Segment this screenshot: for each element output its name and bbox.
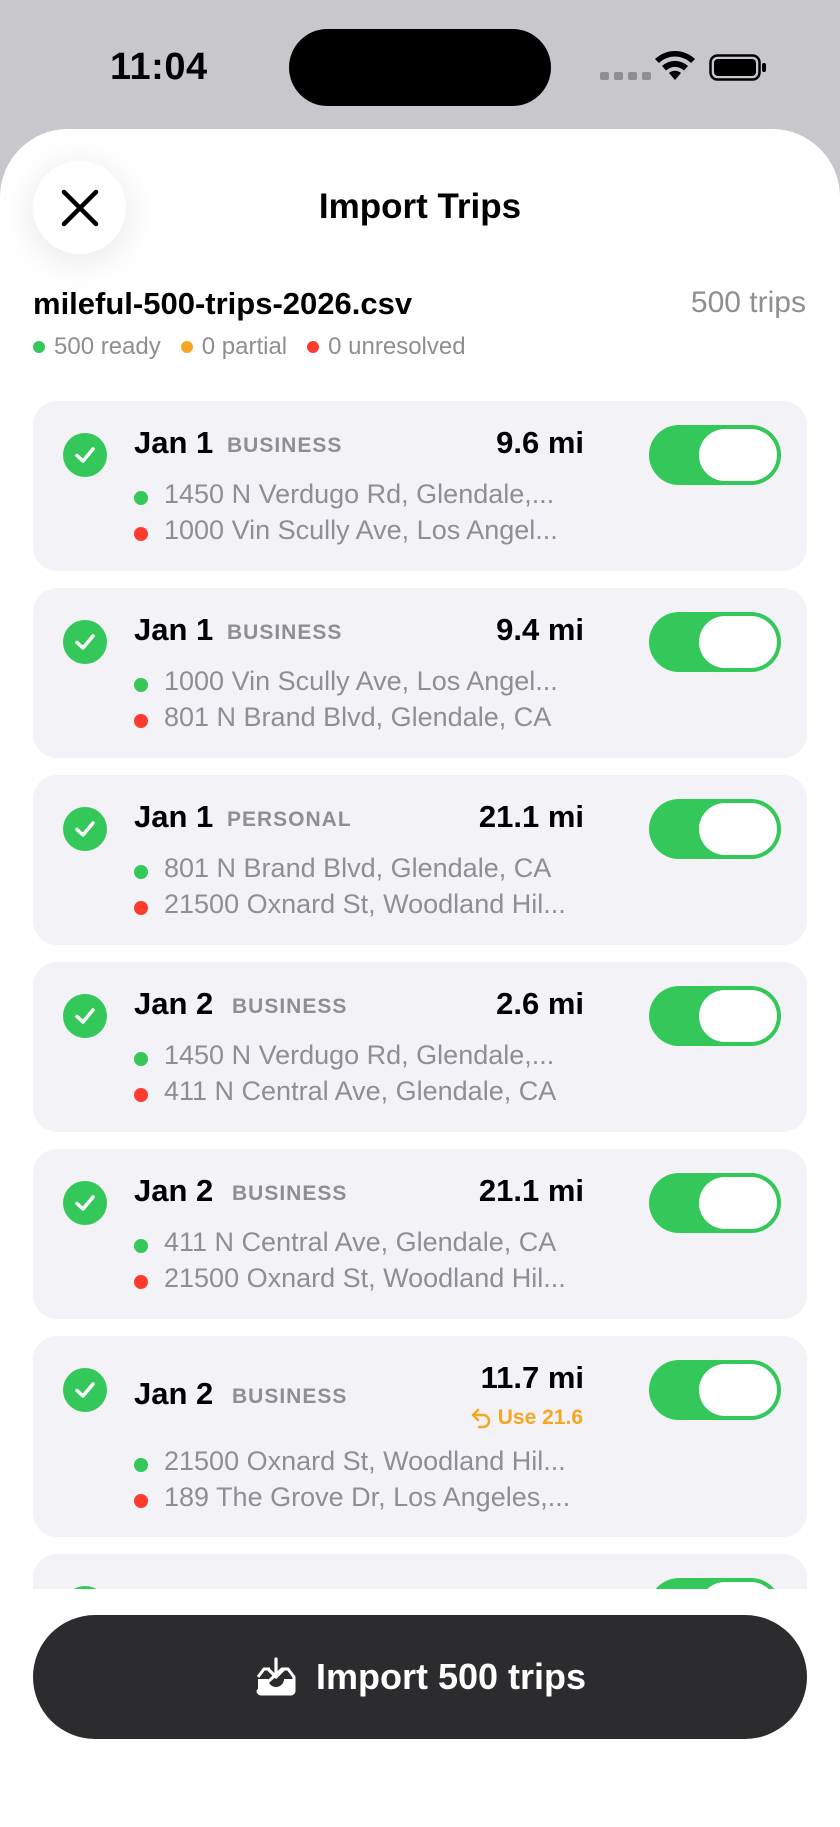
- trip-date: Jan 2: [134, 1376, 214, 1411]
- trip-date: Jan 2: [134, 986, 214, 1021]
- cellular-signal-icon: [600, 72, 651, 80]
- trip-card: Jan 2 BUSINESS 21.1 mi 411 N Central Ave…: [33, 1149, 807, 1319]
- sheet-title: Import Trips: [318, 187, 522, 226]
- include-trip-toggle[interactable]: [649, 1173, 781, 1233]
- unresolved-dot-icon: [307, 341, 320, 353]
- trip-origin: 1000 Vin Scully Ave, Los Angel...: [164, 666, 558, 696]
- import-button-label: Import 500 trips: [315, 1656, 587, 1697]
- status-bar: 11:04: [0, 0, 840, 130]
- trip-origin: 1450 N Verdugo Rd, Glendale,...: [164, 1040, 555, 1070]
- destination-pin-icon: [134, 527, 148, 541]
- checkmark-icon: [63, 1368, 107, 1412]
- trip-origin: 1450 N Verdugo Rd, Glendale,...: [164, 479, 555, 509]
- dynamic-island: [289, 29, 551, 106]
- destination-pin-icon: [134, 714, 148, 728]
- include-trip-toggle[interactable]: [649, 425, 781, 485]
- include-trip-toggle[interactable]: [649, 612, 781, 672]
- trip-destination: 21500 Oxnard St, Woodland Hil...: [164, 889, 566, 919]
- ready-label: 500 ready: [54, 333, 161, 360]
- trip-distance: 9.4 mi: [496, 612, 584, 647]
- origin-dot-icon: [134, 1239, 148, 1253]
- battery-icon: [709, 54, 766, 81]
- trip-count: 500 trips: [690, 286, 806, 319]
- trip-destination: 21500 Oxnard St, Woodland Hil...: [164, 1263, 566, 1293]
- partial-label: 0 partial: [201, 333, 288, 360]
- partial-status: 0 partial: [180, 333, 288, 361]
- trip-card: Jan 1 PERSONAL 21.1 mi 801 N Brand Blvd,…: [33, 775, 807, 945]
- import-trips-button[interactable]: Import 500 trips: [33, 1615, 807, 1739]
- trip-destination: 189 The Grove Dr, Los Angeles,...: [164, 1482, 571, 1512]
- trip-category: BUSINESS: [232, 1182, 348, 1205]
- trip-date: Jan 1: [134, 799, 214, 834]
- destination-pin-icon: [134, 1088, 148, 1102]
- trip-category: BUSINESS: [227, 621, 343, 644]
- suggestion-label: Use 21.6: [497, 1406, 583, 1429]
- trip-category: BUSINESS: [227, 434, 343, 457]
- origin-dot-icon: [134, 1458, 148, 1472]
- trip-category: BUSINESS: [232, 995, 348, 1018]
- origin-dot-icon: [134, 865, 148, 879]
- trip-origin: 411 N Central Ave, Glendale, CA: [164, 1227, 557, 1257]
- trip-card: Jan 2 BUSINESS 11.7 mi Use 21.6 21500 Ox…: [33, 1336, 807, 1537]
- trip-card: Jan 2 BUSINESS 2.6 mi 1450 N Verdugo Rd,…: [33, 962, 807, 1132]
- trip-distance: 21.1 mi: [478, 1173, 584, 1208]
- origin-dot-icon: [134, 491, 148, 505]
- trip-card: Jan 1 BUSINESS 9.4 mi 1000 Vin Scully Av…: [33, 588, 807, 758]
- import-trips-sheet: Import Trips mileful-500-trips-2026.csv …: [0, 129, 840, 1827]
- ready-status: 500 ready: [33, 333, 161, 361]
- trip-category: PERSONAL: [227, 808, 352, 831]
- origin-dot-icon: [134, 678, 148, 692]
- include-trip-toggle[interactable]: [649, 799, 781, 859]
- trip-distance: 21.1 mi: [478, 799, 584, 834]
- partial-dot-icon: [180, 341, 193, 353]
- origin-dot-icon: [134, 1052, 148, 1066]
- checkmark-icon: [63, 433, 107, 477]
- trip-list: Jan 1 BUSINESS 9.6 mi 1450 N Verdugo Rd,…: [33, 401, 807, 1718]
- trip-origin: 21500 Oxnard St, Woodland Hil...: [164, 1446, 566, 1476]
- undo-arrow-icon: [471, 1408, 491, 1429]
- unresolved-label: 0 unresolved: [328, 333, 466, 360]
- trip-destination: 1000 Vin Scully Ave, Los Angel...: [164, 515, 558, 545]
- trip-destination: 411 N Central Ave, Glendale, CA: [164, 1076, 557, 1106]
- include-trip-toggle[interactable]: [649, 1360, 781, 1420]
- status-time: 11:04: [110, 46, 208, 88]
- file-name: mileful-500-trips-2026.csv: [33, 286, 413, 321]
- destination-pin-icon: [134, 1275, 148, 1289]
- trip-date: Jan 2: [134, 1173, 214, 1208]
- trip-date: Jan 1: [134, 425, 214, 460]
- trip-origin: 801 N Brand Blvd, Glendale, CA: [164, 853, 552, 883]
- wifi-icon: [655, 51, 695, 80]
- trip-distance: 9.6 mi: [496, 425, 584, 460]
- trip-destination: 801 N Brand Blvd, Glendale, CA: [164, 702, 552, 732]
- checkmark-icon: [63, 1181, 107, 1225]
- trip-distance: 11.7 mi: [480, 1360, 584, 1395]
- ready-dot-icon: [33, 341, 45, 353]
- destination-pin-icon: [134, 901, 148, 915]
- trip-category: BUSINESS: [232, 1385, 348, 1408]
- use-suggested-distance-button[interactable]: Use 21.6: [470, 1406, 583, 1430]
- checkmark-icon: [63, 807, 107, 851]
- trip-date: Jan 1: [134, 612, 214, 647]
- checkmark-icon: [63, 620, 107, 664]
- include-trip-toggle[interactable]: [649, 986, 781, 1046]
- destination-pin-icon: [134, 1494, 148, 1508]
- unresolved-status: 0 unresolved: [307, 333, 466, 361]
- tray-download-icon: [256, 1657, 296, 1696]
- import-status-summary: 500 ready 0 partial 0 unresolved: [33, 333, 466, 361]
- checkmark-icon: [63, 994, 107, 1038]
- trip-distance: 2.6 mi: [496, 986, 584, 1021]
- trip-card: Jan 1 BUSINESS 9.6 mi 1450 N Verdugo Rd,…: [33, 401, 807, 571]
